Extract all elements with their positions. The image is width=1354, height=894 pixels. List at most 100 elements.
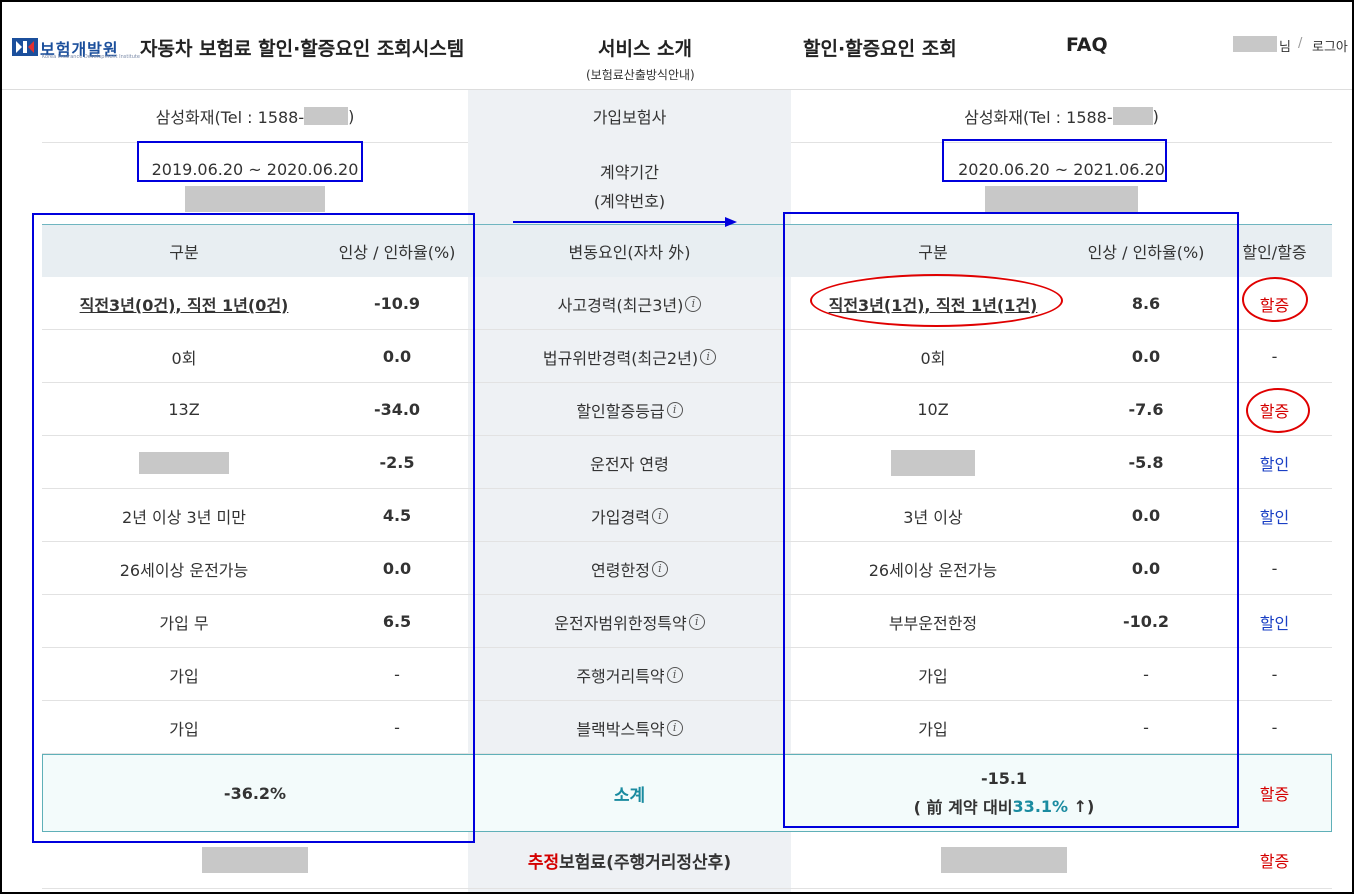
left-rate-cell: 0.0 xyxy=(382,347,412,366)
left-rate-cell: 0.0 xyxy=(382,559,412,578)
result-cell: 할증 xyxy=(1259,401,1290,421)
right-category-cell: 0회 xyxy=(920,348,946,368)
result-cell: 할인 xyxy=(1259,507,1290,527)
compare-suffix: ) xyxy=(1087,796,1095,816)
info-icon[interactable]: i xyxy=(685,295,702,312)
factor-label: 사고경력(최근3년) xyxy=(557,295,684,315)
estimate-label-rest: 보험료(주행거리정산후) xyxy=(559,852,732,873)
left-category-cell: 가입 xyxy=(169,719,199,739)
right-rate-cell: -5.8 xyxy=(1128,453,1164,472)
compare-percent: 33.1% xyxy=(1012,796,1069,816)
right-rate-cell: 0.0 xyxy=(1131,347,1161,366)
estimate-result: 할증 xyxy=(1259,852,1290,871)
comparison-table: 삼성화재(Tel : 1588-) 가입보험사 삼성화재(Tel : 1588-… xyxy=(42,90,1332,894)
info-icon[interactable]: i xyxy=(651,507,668,524)
right-rate-cell: -7.6 xyxy=(1128,400,1164,419)
nav-factor-lookup[interactable]: 할인·할증요인 조회 xyxy=(803,34,957,61)
right-rate-cell: 8.6 xyxy=(1131,294,1161,313)
factor-label: 주행거리특약 xyxy=(576,666,665,686)
kidi-logo[interactable]: 보험개발원 Korea Insurance Development Instit… xyxy=(12,36,140,60)
left-category-cell xyxy=(42,436,326,489)
result-cell: 할인 xyxy=(1259,613,1290,633)
estimate-label-red: 추정 xyxy=(527,852,560,873)
left-age-redacted xyxy=(139,451,229,474)
factor-cell: 사고경력(최근3년) i xyxy=(468,277,791,330)
nav-faq[interactable]: FAQ xyxy=(1066,34,1108,56)
divider xyxy=(42,142,468,143)
left-category-cell: 직전3년(0건), 직전 1년(0건) xyxy=(79,295,289,315)
factor-cell: 법규위반경력(최근2년) i xyxy=(468,330,791,383)
nav-service-intro-sub[interactable]: (보험료산출방식안내) xyxy=(586,66,695,83)
right-category-cell: 직전3년(1건), 직전 1년(1건) xyxy=(828,295,1038,315)
factor-label: 운전자 연령 xyxy=(590,454,669,474)
right-age-redacted xyxy=(891,449,975,476)
user-name-redacted xyxy=(1233,36,1277,52)
left-category-cell: 26세이상 운전가능 xyxy=(119,560,249,580)
factor-cell: 주행거리특약 i xyxy=(468,648,791,701)
right-category-header: 구분 xyxy=(918,243,948,262)
left-category-cell: 2년 이상 3년 미만 xyxy=(122,507,246,527)
left-contract-number xyxy=(42,185,468,213)
divider xyxy=(42,888,1332,889)
result-cell: - xyxy=(1271,559,1278,578)
right-rate-cell: -10.2 xyxy=(1122,612,1170,631)
result-cell: 할인 xyxy=(1259,454,1290,474)
up-arrow-icon: ↑ xyxy=(1073,796,1088,816)
factor-cell: 할인할증등급 i xyxy=(468,383,791,436)
kidi-logo-icon xyxy=(12,38,38,56)
right-insurer-text: 삼성화재(Tel : 1588- xyxy=(964,108,1113,127)
info-icon[interactable]: i xyxy=(666,666,683,683)
left-rate-cell: - xyxy=(394,665,400,684)
factor-cell: 운전자범위한정특약 i xyxy=(468,595,791,648)
info-icon[interactable]: i xyxy=(666,401,683,418)
result-cell: - xyxy=(1271,347,1278,366)
left-rate-cell: 6.5 xyxy=(382,612,412,631)
factor-label: 가입경력 xyxy=(591,507,650,527)
left-estimate-redacted xyxy=(202,847,308,873)
factor-header: 변동요인(자차 外) xyxy=(568,243,691,262)
result-cell: - xyxy=(1271,665,1278,684)
logout-link[interactable]: 로그아 xyxy=(1312,36,1348,55)
left-insurer-phone-redacted xyxy=(304,107,349,125)
right-period: 2020.06.20 ~ 2021.06.20 xyxy=(958,159,1165,179)
system-title[interactable]: 자동차 보험료 할인·할증요인 조회시스템 xyxy=(140,34,464,61)
subtotal-label: 소계 xyxy=(613,785,646,806)
factor-cell: 운전자 연령 xyxy=(468,436,791,489)
right-category-cell: 10Z xyxy=(917,400,949,419)
right-category-cell: 가입 xyxy=(918,666,948,686)
right-category-cell: 가입 xyxy=(918,719,948,739)
factor-cell: 연령한정 i xyxy=(468,542,791,595)
info-icon[interactable]: i xyxy=(666,719,683,736)
factor-cell: 가입경력 i xyxy=(468,489,791,542)
left-rate-cell: 4.5 xyxy=(382,506,412,525)
right-category-cell: 26세이상 운전가능 xyxy=(868,560,998,580)
right-insurer-phone-redacted xyxy=(1112,107,1153,125)
subtotal-result: 할증 xyxy=(1259,785,1290,804)
right-rate-header: 인상 / 인하율(%) xyxy=(1087,243,1205,262)
info-icon[interactable]: i xyxy=(651,560,668,577)
right-contract-redacted xyxy=(985,186,1138,212)
left-insurer: 삼성화재(Tel : 1588-) xyxy=(42,90,468,142)
left-insurer-close: ) xyxy=(348,106,355,126)
header-separator: / xyxy=(1298,36,1303,51)
divider xyxy=(791,142,1332,143)
result-cell: 할증 xyxy=(1259,295,1290,315)
info-icon[interactable]: i xyxy=(688,613,705,630)
left-period: 2019.06.20 ~ 2020.06.20 xyxy=(151,159,359,179)
contract-number-label: (계약번호) xyxy=(593,192,666,211)
result-header: 할인/할증 xyxy=(1242,243,1307,262)
right-insurer: 삼성화재(Tel : 1588-) xyxy=(791,90,1332,142)
result-cell: - xyxy=(1271,718,1278,737)
compare-prefix: ( 前 계약 대비 xyxy=(913,798,1013,817)
left-category-cell: 가입 xyxy=(169,666,199,686)
left-rate-header: 인상 / 인하율(%) xyxy=(338,243,456,262)
right-estimate xyxy=(791,832,1217,888)
left-insurer-text: 삼성화재(Tel : 1588- xyxy=(155,108,305,127)
left-category-cell: 13Z xyxy=(168,400,200,419)
left-rate-cell: -2.5 xyxy=(379,453,415,472)
info-icon[interactable]: i xyxy=(700,348,717,365)
left-rate-cell: -34.0 xyxy=(373,400,421,419)
user-suffix: 님 xyxy=(1279,40,1291,55)
left-contract-redacted xyxy=(185,186,325,212)
nav-service-intro[interactable]: 서비스 소개 xyxy=(598,34,692,61)
